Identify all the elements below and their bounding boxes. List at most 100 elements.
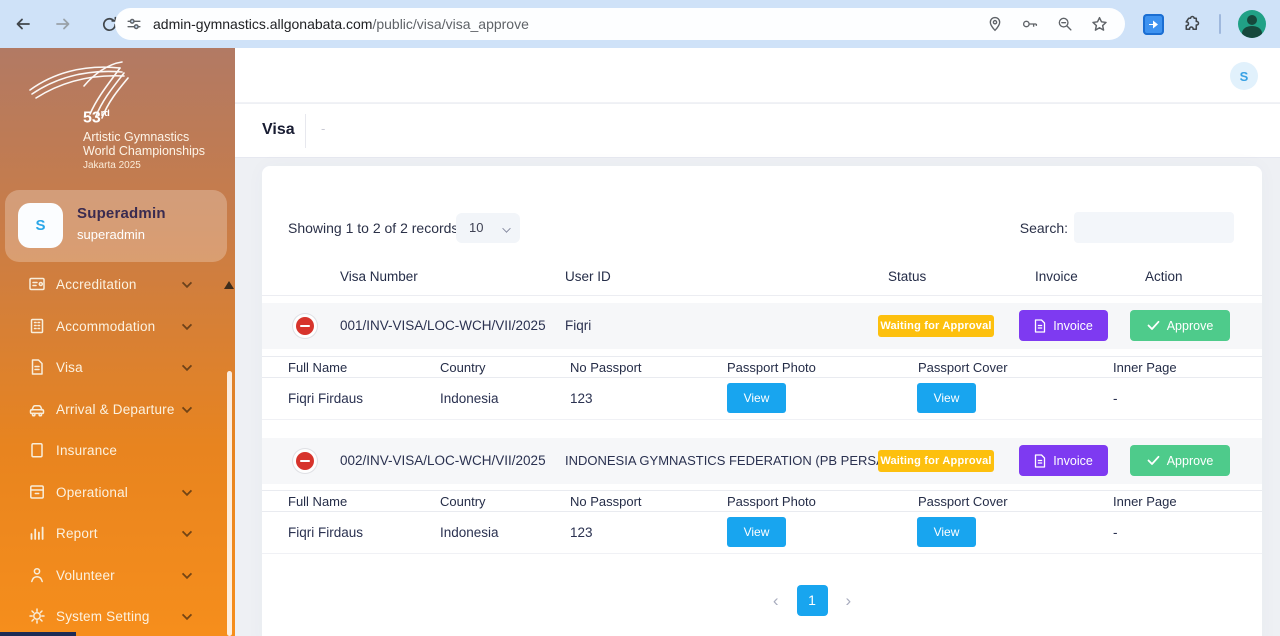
- sidebar-item-system-setting[interactable]: System Setting: [0, 596, 235, 636]
- forward-button[interactable]: [46, 7, 80, 41]
- chevron-down-icon: [182, 278, 192, 288]
- logo-edition: 53rd: [83, 108, 110, 127]
- id-card-icon: [27, 274, 47, 294]
- browser-profile-avatar[interactable]: [1238, 10, 1266, 38]
- sidebar-scrollbar-thumb[interactable]: [227, 371, 232, 636]
- clipboard-icon: [27, 440, 47, 460]
- archive-icon: [27, 482, 47, 502]
- detail-value-row: Fiqri Firdaus Indonesia 123 View View -: [262, 378, 1262, 420]
- column-user-id: User ID: [565, 258, 611, 296]
- toolbar-divider: [1219, 14, 1221, 34]
- address-bar[interactable]: admin-gymnastics.allgonabata.com/public/…: [115, 8, 1125, 40]
- sidebar-item-operational[interactable]: Operational: [0, 472, 235, 512]
- back-icon: [13, 14, 33, 34]
- building-icon: [27, 316, 47, 336]
- app-header: S: [235, 48, 1280, 103]
- sub-column-country: Country: [440, 491, 486, 513]
- invoice-file-icon: [1034, 319, 1046, 333]
- no-passport-cell: 123: [570, 378, 593, 420]
- bar-chart-icon: [27, 523, 47, 543]
- document-icon: [27, 357, 47, 377]
- user-name: Superadmin: [77, 205, 166, 222]
- search-label: Search:: [1002, 213, 1068, 243]
- table-header-row: Visa Number User ID Status Invoice Actio…: [262, 258, 1262, 296]
- per-page-select[interactable]: 10: [456, 213, 520, 243]
- extensions-puzzle-icon[interactable]: [1181, 14, 1202, 35]
- chevron-down-icon: [182, 569, 192, 579]
- location-icon[interactable]: [986, 15, 1004, 33]
- bottom-navy-strip: [0, 632, 76, 636]
- approve-button[interactable]: Approve: [1130, 310, 1230, 341]
- sidebar-item-visa[interactable]: Visa: [0, 347, 235, 387]
- status-badge: Waiting for Approval: [878, 315, 994, 337]
- person-icon: [27, 565, 47, 585]
- sidebar-item-accreditation[interactable]: Accreditation: [0, 272, 235, 304]
- view-passport-photo-button[interactable]: View: [727, 383, 786, 413]
- chevron-down-icon: [182, 610, 192, 620]
- full-name-cell: Fiqri Firdaus: [288, 378, 363, 420]
- bookmark-star-icon[interactable]: [1090, 15, 1109, 34]
- url-text: admin-gymnastics.allgonabata.com/public/…: [153, 16, 986, 32]
- invoice-button[interactable]: Invoice: [1019, 445, 1108, 476]
- breadcrumb: -: [321, 121, 325, 136]
- collapse-row-icon[interactable]: [296, 452, 314, 470]
- view-passport-cover-button[interactable]: View: [917, 517, 976, 547]
- detail-header-row: Full Name Country No Passport Passport P…: [262, 356, 1262, 378]
- visa-number-cell: 002/INV-VISA/LOC-WCH/VII/2025: [340, 438, 546, 484]
- sub-column-full-name: Full Name: [288, 491, 347, 513]
- chevron-down-icon: [182, 403, 192, 413]
- view-passport-photo-button[interactable]: View: [727, 517, 786, 547]
- pagination-prev-icon[interactable]: ‹: [773, 585, 779, 616]
- approve-button[interactable]: Approve: [1130, 445, 1230, 476]
- invoice-button[interactable]: Invoice: [1019, 310, 1108, 341]
- share-extension-icon[interactable]: [1143, 14, 1164, 35]
- pagination-page-1[interactable]: 1: [797, 585, 828, 616]
- sub-column-inner-page: Inner Page: [1113, 357, 1177, 379]
- header-avatar[interactable]: S: [1230, 62, 1258, 90]
- sub-column-country: Country: [440, 357, 486, 379]
- pagination: ‹ 1 ›: [692, 585, 932, 616]
- column-action: Action: [1145, 258, 1183, 296]
- sub-column-passport-photo: Passport Photo: [727, 491, 816, 513]
- sub-column-no-passport: No Passport: [570, 491, 642, 513]
- sidebar-item-arrival-departure[interactable]: Arrival & Departure: [0, 389, 235, 429]
- sidebar-scroll-up-arrow[interactable]: [224, 281, 234, 289]
- site-info-icon: [125, 15, 143, 33]
- table-row: 001/INV-VISA/LOC-WCH/VII/2025 Fiqri Wait…: [262, 303, 1262, 349]
- search-input[interactable]: [1074, 212, 1234, 243]
- sidebar-user-card[interactable]: S Superadmin superadmin: [5, 190, 227, 262]
- sub-column-passport-cover: Passport Cover: [918, 357, 1008, 379]
- check-icon: [1147, 320, 1160, 331]
- view-passport-cover-button[interactable]: View: [917, 383, 976, 413]
- url-domain: admin-gymnastics.allgonabata.com: [153, 16, 372, 32]
- back-button[interactable]: [6, 7, 40, 41]
- sidebar-item-accommodation[interactable]: Accommodation: [0, 306, 235, 346]
- sub-column-full-name: Full Name: [288, 357, 347, 379]
- zoom-icon[interactable]: [1056, 15, 1074, 33]
- sidebar-item-volunteer[interactable]: Volunteer: [0, 555, 235, 595]
- sidebar-item-insurance[interactable]: Insurance: [0, 430, 235, 470]
- full-name-cell: Fiqri Firdaus: [288, 512, 363, 554]
- sub-column-inner-page: Inner Page: [1113, 491, 1177, 513]
- user-id-cell: Fiqri: [565, 303, 591, 349]
- inner-page-cell: -: [1113, 512, 1118, 554]
- sidebar-item-report[interactable]: Report: [0, 513, 235, 553]
- column-invoice: Invoice: [1035, 258, 1078, 296]
- collapse-row-icon[interactable]: [296, 317, 314, 335]
- no-passport-cell: 123: [570, 512, 593, 554]
- forward-icon: [53, 14, 73, 34]
- detail-value-row: Fiqri Firdaus Indonesia 123 View View -: [262, 512, 1262, 554]
- browser-toolbar: admin-gymnastics.allgonabata.com/public/…: [0, 0, 1280, 48]
- pagination-next-icon[interactable]: ›: [846, 585, 852, 616]
- chevron-down-icon: [182, 361, 192, 371]
- country-cell: Indonesia: [440, 378, 499, 420]
- title-divider: [305, 114, 306, 148]
- sub-column-no-passport: No Passport: [570, 357, 642, 379]
- detail-header-row: Full Name Country No Passport Passport P…: [262, 490, 1262, 512]
- password-key-icon[interactable]: [1020, 14, 1040, 34]
- main-area: S Visa - Showing 1 to 2 of 2 records 10 …: [235, 48, 1280, 636]
- country-cell: Indonesia: [440, 512, 499, 554]
- status-badge: Waiting for Approval: [878, 450, 994, 472]
- toolbar-right: [1143, 0, 1280, 48]
- sub-column-passport-cover: Passport Cover: [918, 491, 1008, 513]
